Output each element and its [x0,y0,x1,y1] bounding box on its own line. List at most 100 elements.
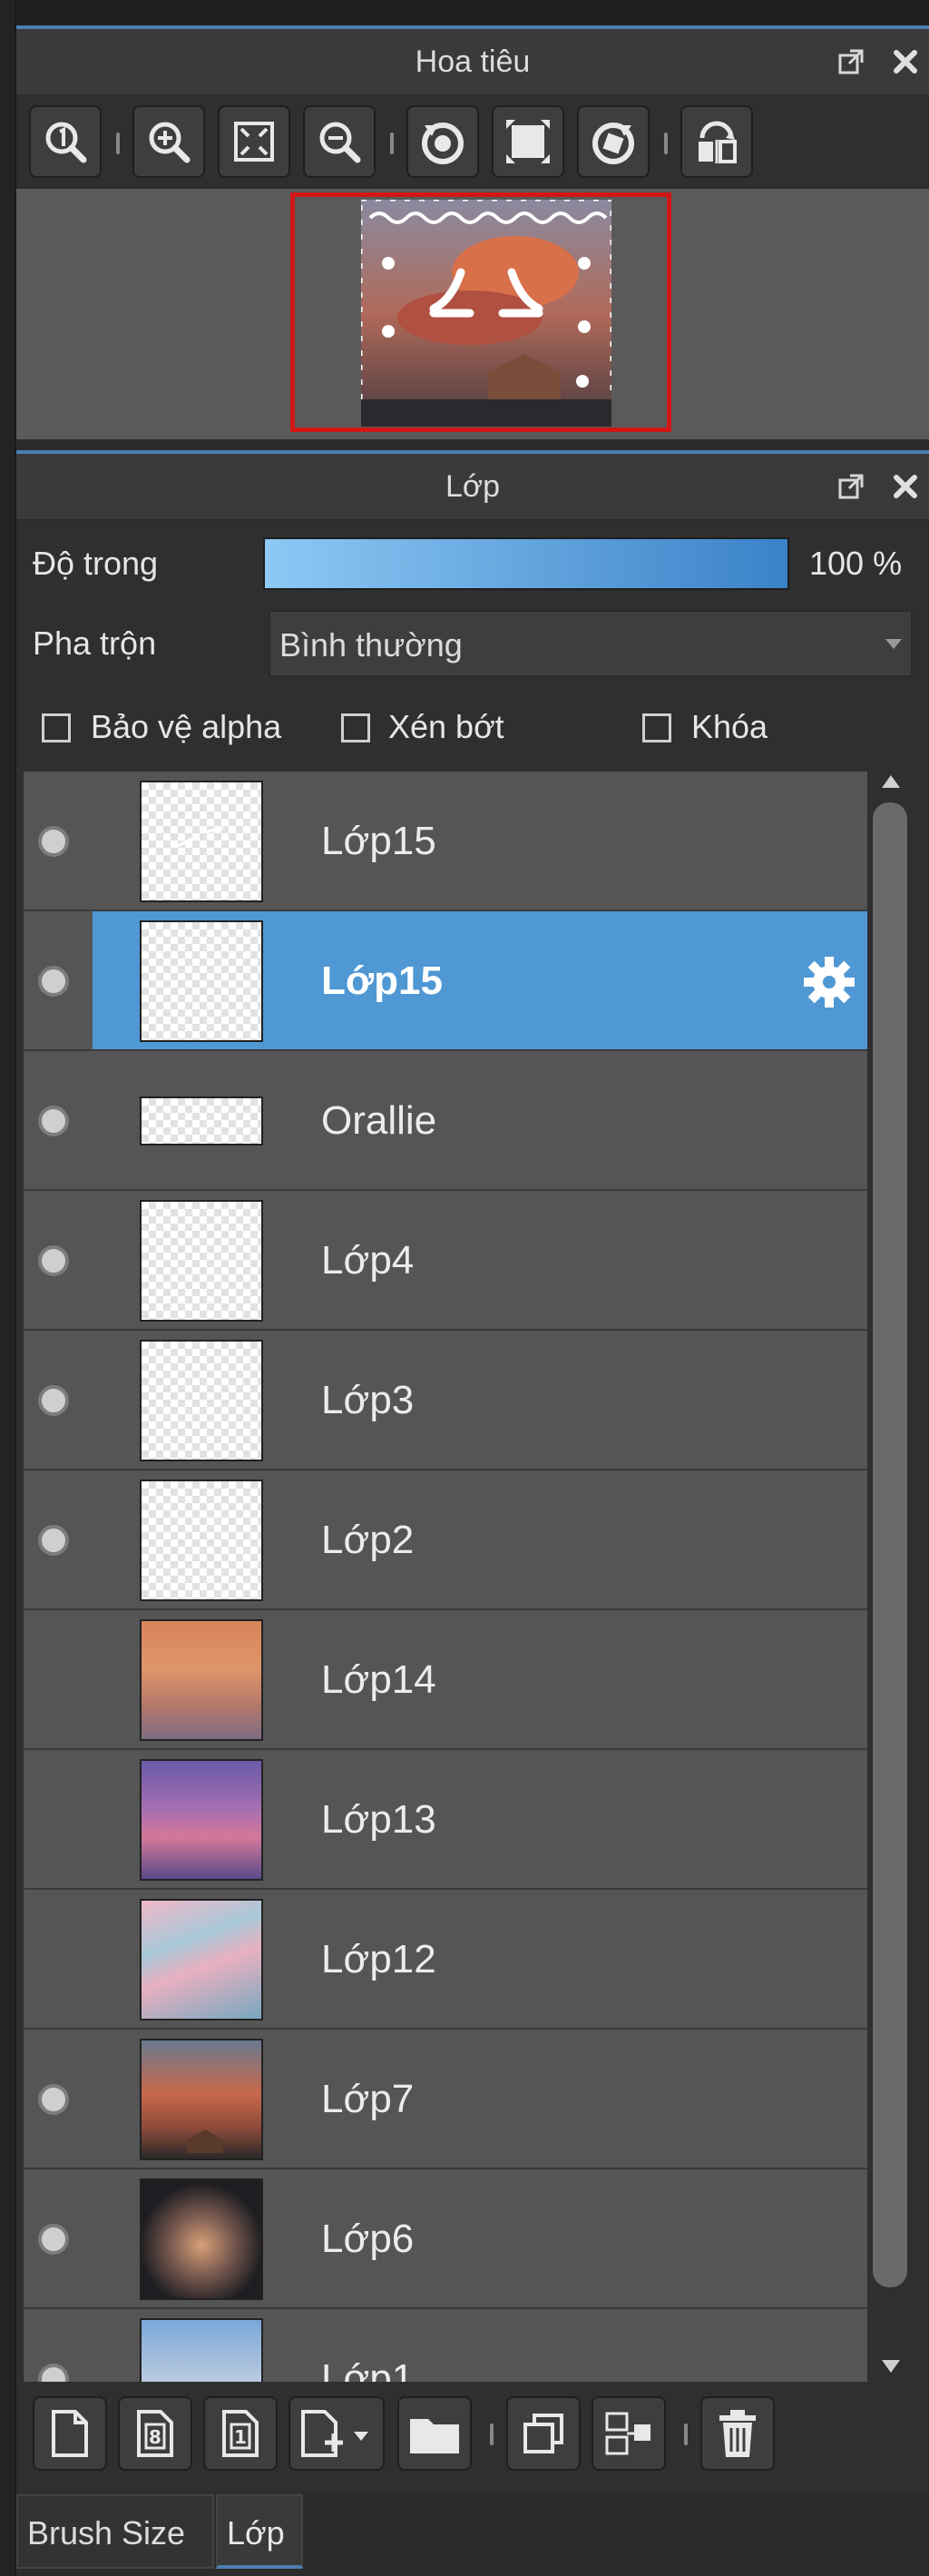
visibility-toggle-icon[interactable] [38,1106,69,1136]
add-layer-menu-icon [301,2410,368,2457]
popout-icon[interactable] [836,472,865,501]
visibility-toggle-icon[interactable] [38,1525,69,1556]
lock-label: Khóa [691,708,768,745]
close-icon[interactable] [891,47,920,76]
visibility-toggle-icon[interactable] [38,2084,69,2115]
layers-header: Lớp [16,454,929,519]
rotate-left-icon [422,123,464,164]
blend-mode-value: Bình thường [279,626,463,664]
layer-name: Lớp4 [321,1238,415,1283]
top-strip [16,0,929,25]
blend-mode-select[interactable]: Bình thường [269,610,913,677]
layer-thumbnail [140,1096,263,1145]
visibility-toggle-icon[interactable] [38,1245,69,1276]
merge-down-icon [605,2412,650,2455]
toolbar-separator [490,2424,494,2445]
layer-row[interactable]: Lớp4 [24,1191,867,1331]
new-1bit-layer-icon: 1 [222,2410,259,2457]
zoom-in-button[interactable] [132,105,205,178]
layer-row-selected[interactable]: Lớp15 [24,911,867,1051]
chevron-down-icon [885,639,902,649]
layer-row[interactable]: Lớp2 [24,1470,867,1610]
protect-alpha-label: Bảo vệ alpha [91,708,282,745]
close-icon[interactable] [891,472,920,501]
toolbar-separator [116,133,120,154]
popout-icon[interactable] [836,47,865,76]
scroll-up-icon[interactable] [882,775,900,788]
toolbar-separator [664,133,668,154]
tab-layers[interactable]: Lớp [216,2494,303,2569]
left-edge [0,0,16,2576]
scroll-down-icon[interactable] [882,2360,900,2373]
zoom-reset-button[interactable] [29,105,102,178]
add-layer-menu-button[interactable] [288,2396,385,2471]
navigator-toolbar [16,94,929,189]
new-folder-button[interactable] [397,2396,472,2471]
duplicate-layer-button[interactable] [506,2396,581,2471]
layer-name: Lớp7 [321,2077,415,2121]
blend-mode-label: Pha trộn [33,624,157,662]
navigator-title: Hoa tiêu [415,44,531,79]
visibility-toggle-icon[interactable] [38,966,69,997]
layer-list: Lớp15 Lớp15 Orallie Lớp4 Lớp3 Lớp2 Lớp14… [24,772,867,2382]
layer-row[interactable]: Lớp1 [24,2309,867,2382]
opacity-value: 100 % [809,545,903,582]
layer-row[interactable]: Lớp15 [24,772,867,911]
svg-text:8: 8 [149,2426,161,2448]
zoom-in-icon [149,122,191,163]
layer-name: Lớp15 [321,819,436,863]
layer-name: Lớp15 [321,959,443,1003]
flip-horizontal-button[interactable] [680,105,753,178]
new-layer-button[interactable] [33,2396,107,2471]
navigator-preview[interactable] [16,189,929,439]
layer-row[interactable]: Lớp14 [24,1610,867,1750]
visibility-toggle-icon[interactable] [38,2364,69,2382]
toolbar-separator [390,133,394,154]
rotate-right-button[interactable] [577,105,650,178]
layer-name: Lớp12 [321,1937,436,1981]
rotate-left-button[interactable] [406,105,479,178]
visibility-toggle-icon[interactable] [38,2224,69,2255]
layer-thumbnail [140,920,263,1042]
zoom-out-button[interactable] [303,105,376,178]
layer-row[interactable]: Orallie [24,1051,867,1191]
flip-horizontal-icon [699,121,737,163]
protect-alpha-checkbox[interactable] [42,713,71,742]
new-8bit-layer-button[interactable]: 8 [118,2396,192,2471]
layer-row[interactable]: Lớp3 [24,1331,867,1470]
layer-row[interactable]: Lớp6 [24,2169,867,2309]
opacity-slider[interactable] [263,537,789,590]
rotate-right-icon [592,123,634,164]
delete-layer-button[interactable] [700,2396,775,2471]
fit-canvas-button[interactable] [492,105,564,178]
new-8bit-layer-icon: 8 [137,2410,173,2457]
clipping-checkbox[interactable] [341,713,370,742]
toolbar-separator [684,2424,688,2445]
layer-toolbar: 8 1 [16,2384,929,2483]
layer-name: Lớp6 [321,2217,415,2261]
layer-name: Lớp13 [321,1797,436,1842]
viewport-frame[interactable] [290,192,671,432]
layer-name: Lớp14 [321,1657,436,1702]
layer-thumbnail [140,1619,263,1741]
fit-screen-button[interactable] [218,105,290,178]
layer-thumbnail [140,1899,263,2020]
layer-thumbnail [140,781,263,902]
fit-screen-icon [234,122,274,162]
layer-row[interactable]: Lớp13 [24,1750,867,1890]
duplicate-layer-icon [523,2414,563,2453]
merge-down-button[interactable] [592,2396,666,2471]
layer-thumbnail [140,2039,263,2160]
lock-checkbox[interactable] [642,713,671,742]
clipping-label: Xén bớt [388,708,504,745]
gear-icon[interactable] [800,953,858,1011]
layer-row[interactable]: Lớp12 [24,1890,867,2030]
tab-brush-size[interactable]: Brush Size [16,2494,214,2569]
visibility-toggle-icon[interactable] [38,826,69,857]
scrollbar-thumb[interactable] [873,802,907,2287]
visibility-toggle-icon[interactable] [38,1385,69,1416]
delete-layer-icon [719,2410,756,2457]
new-1bit-layer-button[interactable]: 1 [203,2396,278,2471]
fit-canvas-icon [506,120,550,163]
layer-row[interactable]: Lớp7 [24,2030,867,2169]
